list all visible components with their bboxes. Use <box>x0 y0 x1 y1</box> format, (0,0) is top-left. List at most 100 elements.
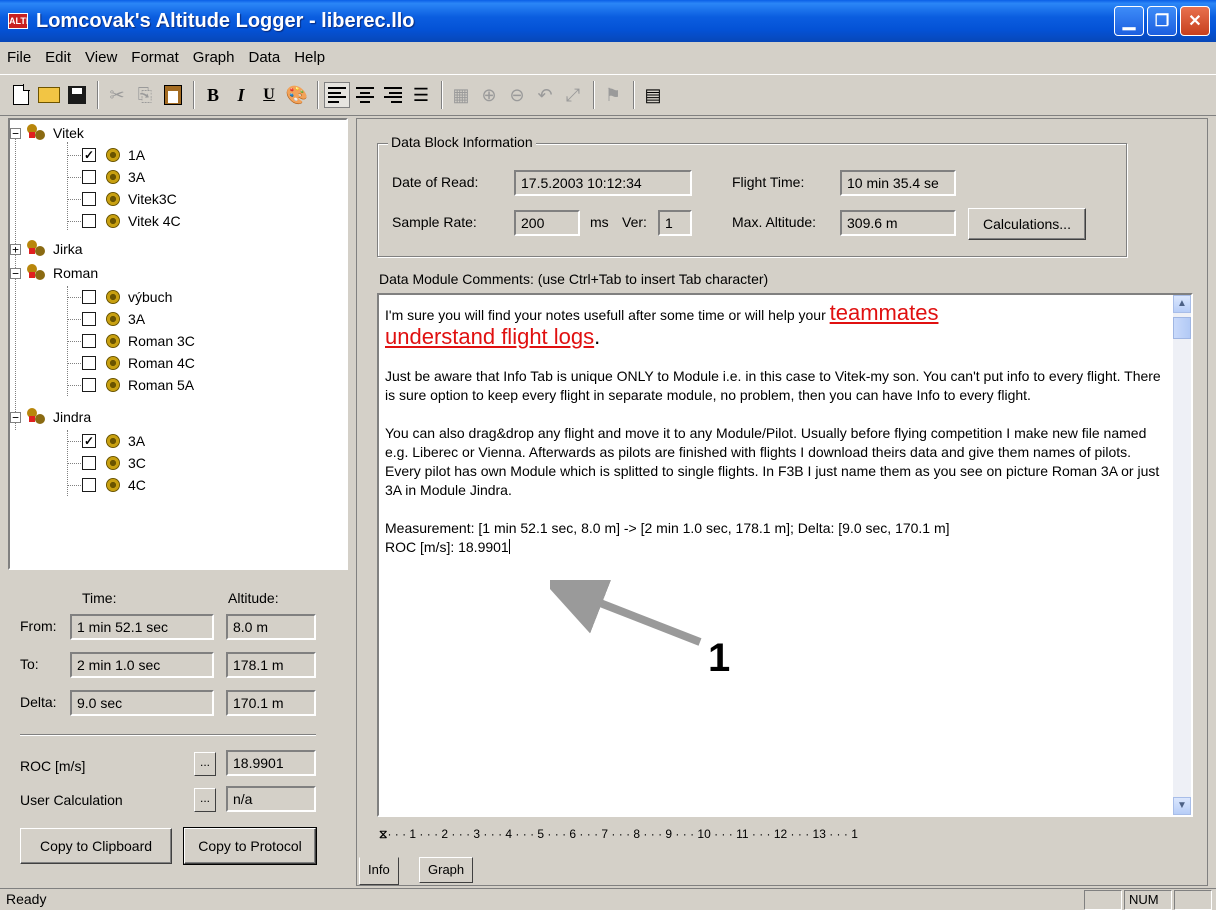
tree-flight[interactable]: Roman 5A <box>67 374 195 396</box>
tree-pilot-jindra[interactable]: − Jindra <box>10 406 91 428</box>
graph-icon[interactable]: ▦ <box>448 82 474 108</box>
marker-icon[interactable]: ⚑ <box>600 82 626 108</box>
zoom-in-icon[interactable]: ⊕ <box>476 82 502 108</box>
italic-icon[interactable]: I <box>228 82 254 108</box>
menu-format[interactable]: Format <box>124 49 186 66</box>
pilot-tree[interactable]: − Vitek ✓ 1A 3A Vitek3C Vitek 4C + Jirka… <box>8 118 348 570</box>
zoom-fit-icon[interactable]: ⤢ <box>560 82 586 108</box>
flight-checkbox[interactable] <box>82 214 96 228</box>
copy-to-protocol-button[interactable]: Copy to Protocol <box>183 827 317 865</box>
tree-flight[interactable]: Roman 4C <box>67 352 195 374</box>
comments-text[interactable]: I'm sure you will find your notes useful… <box>385 301 1165 557</box>
copy-icon[interactable]: ⎘ <box>132 82 158 108</box>
menu-data[interactable]: Data <box>242 49 288 66</box>
vertical-scrollbar[interactable]: ▲ ▼ <box>1173 295 1191 815</box>
comment-link-teammates[interactable]: teammates <box>830 300 939 325</box>
scroll-thumb[interactable] <box>1173 317 1191 339</box>
align-left-icon[interactable] <box>324 82 350 108</box>
close-button[interactable]: ✕ <box>1180 6 1210 36</box>
flight-name: 3C <box>128 455 146 471</box>
tree-flight[interactable]: Roman 3C <box>67 330 195 352</box>
scroll-down-icon[interactable]: ▼ <box>1173 797 1191 815</box>
app-icon[interactable]: ALTI <box>8 13 28 29</box>
comments-editor[interactable]: I'm sure you will find your notes useful… <box>377 293 1193 817</box>
flight-checkbox[interactable] <box>82 290 96 304</box>
menu-file[interactable]: File <box>0 49 38 66</box>
flight-name: 3A <box>128 311 146 327</box>
flight-icon <box>106 312 120 326</box>
properties-icon[interactable]: ▤ <box>640 82 666 108</box>
ruler[interactable]: ⧖· · · 1 · · · 2 · · · 3 · · · 4 · · · 5… <box>379 827 1195 845</box>
restore-button[interactable]: ❐ <box>1147 6 1177 36</box>
menu-view[interactable]: View <box>78 49 124 66</box>
tree-flight[interactable]: Vitek3C <box>67 188 177 210</box>
flight-checkbox[interactable] <box>82 378 96 392</box>
flight-checkbox[interactable] <box>82 192 96 206</box>
tab-info[interactable]: Info <box>359 857 399 885</box>
pilot-icon <box>27 124 49 142</box>
flight-checkbox[interactable] <box>82 170 96 184</box>
align-right-icon[interactable] <box>380 82 406 108</box>
flight-checkbox[interactable] <box>82 312 96 326</box>
tree-flight[interactable]: 4C <box>67 474 146 496</box>
menu-edit[interactable]: Edit <box>38 49 78 66</box>
new-file-icon[interactable] <box>8 82 34 108</box>
tree-pilot-vitek[interactable]: − Vitek <box>10 122 84 144</box>
toolbar-separator <box>441 81 443 109</box>
tab-graph[interactable]: Graph <box>419 857 474 883</box>
save-icon[interactable] <box>64 82 90 108</box>
roc-ellipsis-button[interactable]: ... <box>194 752 216 776</box>
comment-measurement-line: Measurement: [1 min 52.1 sec, 8.0 m] -> … <box>385 520 950 536</box>
tree-flight[interactable]: 3A <box>67 308 146 330</box>
cut-icon[interactable]: ✂ <box>104 82 130 108</box>
comment-p3: You can also drag&drop any flight and mo… <box>385 425 1160 498</box>
tree-flight[interactable]: výbuch <box>67 286 173 308</box>
minimize-button[interactable]: ▁ <box>1114 6 1144 36</box>
zoom-out-icon[interactable]: ⊖ <box>504 82 530 108</box>
collapse-icon[interactable]: − <box>10 127 21 139</box>
flight-checkbox[interactable]: ✓ <box>82 434 96 448</box>
color-icon[interactable]: 🎨 <box>284 82 310 108</box>
copy-to-clipboard-button[interactable]: Copy to Clipboard <box>20 828 172 864</box>
flight-name: výbuch <box>128 289 173 305</box>
title-bar[interactable]: ALTI Lomcovak's Altitude Logger - libere… <box>0 0 1216 42</box>
flight-checkbox[interactable] <box>82 456 96 470</box>
bold-icon[interactable]: B <box>200 82 226 108</box>
version-field: 1 <box>658 210 692 236</box>
status-cell-scroll <box>1174 890 1212 910</box>
tree-flight[interactable]: ✓ 3A <box>67 430 145 452</box>
underline-icon[interactable]: U <box>256 82 282 108</box>
tree-flight[interactable]: 3A <box>67 166 146 188</box>
to-label: To: <box>20 656 39 672</box>
flight-checkbox[interactable] <box>82 334 96 348</box>
open-folder-icon[interactable] <box>36 82 62 108</box>
scroll-up-icon[interactable]: ▲ <box>1173 295 1191 313</box>
expand-icon[interactable]: + <box>10 243 21 255</box>
menu-help[interactable]: Help <box>287 49 332 66</box>
flight-name: 1A <box>128 147 146 163</box>
status-cell-num: NUM <box>1124 890 1172 910</box>
calculations-button[interactable]: Calculations... <box>968 208 1086 240</box>
paste-icon[interactable] <box>160 82 186 108</box>
flight-name: 3A <box>128 169 146 185</box>
flight-name: Roman 5A <box>128 377 195 393</box>
pilot-name: Jindra <box>53 409 92 425</box>
tree-pilot-roman[interactable]: − Roman <box>10 262 98 284</box>
align-center-icon[interactable] <box>352 82 378 108</box>
collapse-icon[interactable]: − <box>10 411 21 423</box>
toolbar: ✂ ⎘ B I U 🎨 ☰ ▦ ⊕ ⊖ ↶ ⤢ ⚑ ▤ <box>0 74 1216 116</box>
flight-checkbox[interactable] <box>82 478 96 492</box>
tree-flight[interactable]: 3C <box>67 452 146 474</box>
tree-flight[interactable]: ✓ 1A <box>67 144 146 166</box>
comment-link-flight-logs[interactable]: understand flight logs <box>385 324 594 349</box>
sample-rate-label: Sample Rate: <box>392 214 477 230</box>
flight-checkbox[interactable]: ✓ <box>82 148 96 162</box>
zoom-back-icon[interactable]: ↶ <box>532 82 558 108</box>
menu-graph[interactable]: Graph <box>186 49 242 66</box>
bullets-icon[interactable]: ☰ <box>408 82 434 108</box>
tree-pilot-jirka[interactable]: + Jirka <box>10 238 83 260</box>
flight-checkbox[interactable] <box>82 356 96 370</box>
user-calc-ellipsis-button[interactable]: ... <box>194 788 216 812</box>
tree-flight[interactable]: Vitek 4C <box>67 210 181 232</box>
collapse-icon[interactable]: − <box>10 267 21 279</box>
